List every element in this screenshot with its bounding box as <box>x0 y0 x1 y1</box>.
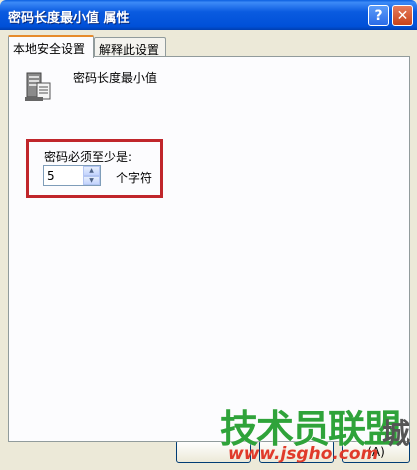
ok-button[interactable] <box>176 440 251 463</box>
unit-label: 个字符 <box>116 171 153 185</box>
window-title: 密码长度最小值 属性 <box>8 11 130 26</box>
tab-explain-setting[interactable]: 解释此设置 <box>94 37 166 58</box>
policy-name: 密码长度最小值 <box>73 71 158 85</box>
spin-down-button[interactable]: ▼ <box>83 175 100 185</box>
properties-dialog: 密码长度最小值 属性 ? ✕ 本地安全设置 解释此设置 密码长度最小值 密码必须… <box>0 0 417 470</box>
min-length-label: 密码必须至少是: <box>44 150 133 164</box>
min-length-stepper[interactable]: ▲ ▼ <box>83 166 100 185</box>
close-button[interactable]: ✕ <box>392 5 413 26</box>
spin-up-button[interactable]: ▲ <box>83 166 100 176</box>
apply-button[interactable]: (A) <box>342 440 410 463</box>
cancel-button[interactable] <box>259 440 334 463</box>
title-bar[interactable]: 密码长度最小值 属性 ? ✕ <box>0 0 417 30</box>
tab-panel: 密码长度最小值 密码必须至少是: ▲ ▼ 个字符 <box>8 56 410 442</box>
policy-server-icon <box>25 72 51 101</box>
help-button[interactable]: ? <box>368 5 389 26</box>
tab-local-security-setting[interactable]: 本地安全设置 <box>8 35 94 58</box>
